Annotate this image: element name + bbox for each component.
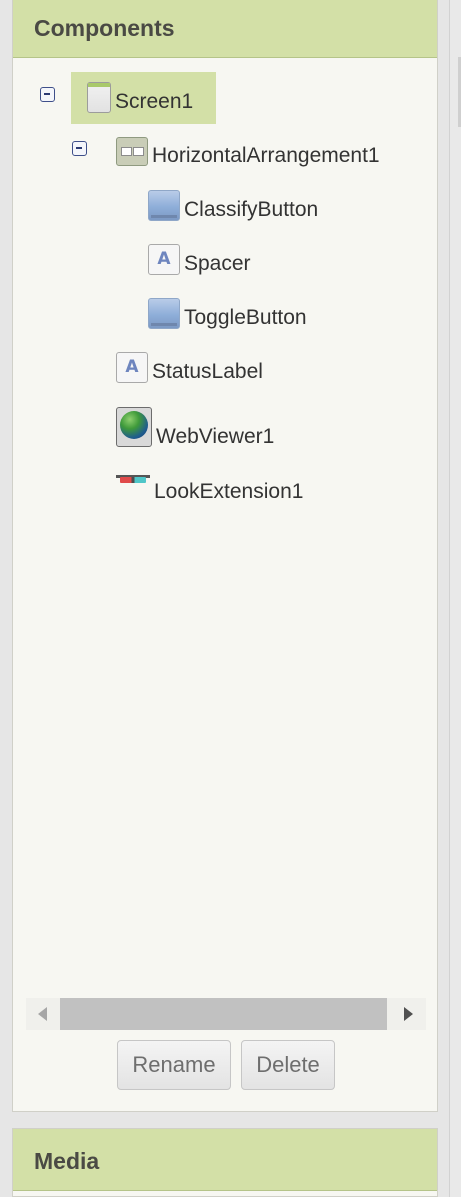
tree-label-spacer: Spacer (184, 252, 251, 275)
tree-node-spacer[interactable]: A Spacer (148, 241, 251, 277)
tree-node-toggle-button[interactable]: ToggleButton (148, 295, 307, 331)
tree-node-web-viewer1[interactable]: WebViewer1 (116, 405, 274, 449)
neighbor-panel-edge (449, 0, 461, 1197)
collapse-toggle-screen1[interactable] (40, 87, 55, 102)
components-panel-header: Components (13, 0, 437, 58)
collapse-toggle-horizontal-arrangement1[interactable] (72, 141, 87, 156)
label-icon: A (116, 351, 148, 383)
media-panel: Media (12, 1128, 438, 1197)
tree-label-screen1: Screen1 (115, 90, 194, 113)
tree-node-status-label[interactable]: A StatusLabel (116, 349, 263, 385)
button-icon (148, 297, 180, 329)
extension-glasses-icon (116, 472, 150, 490)
tree-label-look-extension1: LookExtension1 (154, 480, 304, 503)
media-panel-header: Media (13, 1129, 437, 1191)
globe-icon (116, 407, 152, 447)
label-icon: A (148, 243, 180, 275)
components-panel: Components Screen1 HorizontalArrangement… (12, 0, 438, 1112)
tree-node-classify-button[interactable]: ClassifyButton (148, 187, 318, 223)
tree-label-toggle-button: ToggleButton (184, 306, 307, 329)
scrollbar-thumb[interactable] (60, 998, 387, 1030)
components-panel-title: Components (34, 15, 175, 41)
scroll-left-arrow-icon[interactable] (38, 1007, 47, 1021)
scroll-right-arrow-icon[interactable] (404, 1007, 413, 1021)
media-panel-title: Media (34, 1148, 100, 1174)
tree-label-classify-button: ClassifyButton (184, 198, 319, 221)
horizontal-arrangement-icon (116, 136, 148, 166)
tree-label-web-viewer1: WebViewer1 (156, 425, 275, 448)
horizontal-scrollbar[interactable] (26, 998, 426, 1030)
screen-icon (87, 81, 111, 113)
tree-node-horizontal-arrangement1[interactable]: HorizontalArrangement1 (116, 133, 380, 169)
tree-node-screen1[interactable]: Screen1 (87, 79, 193, 115)
tree-label-status-label: StatusLabel (152, 360, 263, 383)
tree-label-horizontal-arrangement1: HorizontalArrangement1 (152, 144, 380, 167)
tree-node-look-extension1[interactable]: LookExtension1 (116, 469, 303, 505)
rename-button[interactable]: Rename (117, 1040, 231, 1090)
delete-button[interactable]: Delete (241, 1040, 335, 1090)
button-icon (148, 189, 180, 221)
